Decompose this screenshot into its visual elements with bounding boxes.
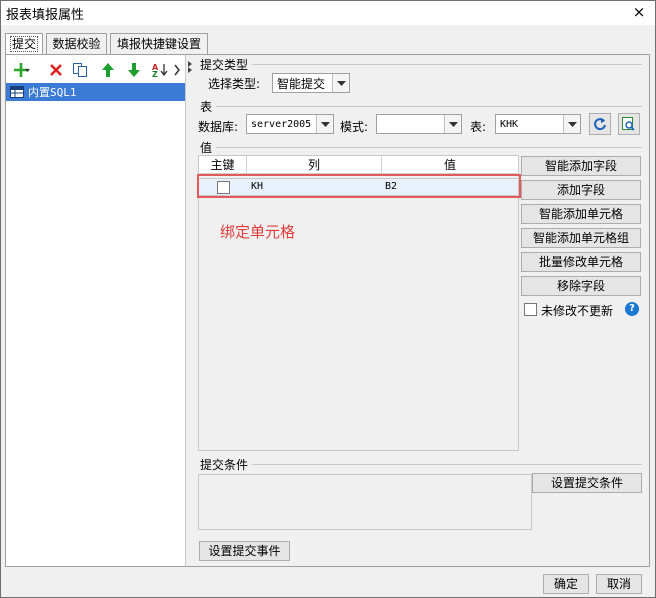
submit-type-select[interactable]: 智能提交 (272, 73, 350, 93)
ok-button[interactable]: 确定 (543, 574, 589, 594)
submit-condition-area (198, 474, 532, 530)
database-select[interactable]: server2005 (246, 114, 334, 134)
preview-button[interactable] (618, 113, 640, 135)
more-icon[interactable] (172, 60, 184, 80)
submit-type-label: 选择类型: (208, 77, 261, 91)
batch-modify-cells-button[interactable]: 批量修改单元格 (521, 252, 641, 272)
section-value: 值 (200, 141, 213, 155)
divider (216, 147, 642, 148)
copy-icon[interactable] (70, 60, 90, 80)
no-update-label: 未修改不更新 (541, 304, 614, 318)
add-field-button[interactable]: 添加字段 (521, 180, 641, 200)
sort-icon[interactable]: AZ (150, 60, 170, 80)
column-header-value[interactable]: 值 (382, 156, 518, 174)
chevron-down-icon (316, 115, 333, 133)
smart-add-field-button[interactable]: 智能添加字段 (521, 156, 641, 176)
set-submit-event-button[interactable]: 设置提交事件 (199, 541, 290, 561)
remove-field-button[interactable]: 移除字段 (521, 276, 641, 296)
column-header-column[interactable]: 列 (247, 156, 382, 174)
move-down-icon[interactable] (124, 60, 144, 80)
section-submit-type: 提交类型 (200, 58, 249, 72)
refresh-icon (594, 118, 606, 131)
chevron-down-icon (563, 115, 580, 133)
table-select[interactable]: KHK (495, 114, 581, 134)
column-header-key[interactable]: 主键 (199, 156, 247, 174)
no-update-checkbox[interactable] (524, 303, 537, 316)
datasource-label: 内置SQL1 (28, 86, 77, 99)
divider (216, 106, 642, 107)
smart-add-cell-button[interactable]: 智能添加单元格 (521, 204, 641, 224)
datasource-item[interactable]: 内置SQL1 (6, 83, 185, 101)
window-title: 报表填报属性 (6, 8, 85, 23)
database-value: server2005 (251, 118, 312, 130)
annotation-text: 绑定单元格 (220, 223, 296, 241)
table-value: KHK (500, 118, 519, 130)
tab-bar: 提交 数据校验 填报快捷键设置 (5, 33, 650, 56)
close-button[interactable]: × (628, 3, 650, 21)
add-icon[interactable] (12, 60, 32, 80)
table-icon (10, 86, 24, 98)
schema-select[interactable] (376, 114, 462, 134)
datasource-pane: AZ (6, 55, 186, 566)
smart-add-cell-group-button[interactable]: 智能添加单元格组 (521, 228, 641, 248)
svg-text:Z: Z (152, 70, 158, 78)
tab-data-validation[interactable]: 数据校验 (46, 33, 107, 55)
title-bar (1, 1, 655, 25)
section-table: 表 (200, 100, 213, 114)
tab-submit-label: 提交 (9, 36, 38, 52)
schema-label: 模式: (340, 120, 369, 134)
chevron-down-icon (444, 115, 461, 133)
cancel-button[interactable]: 取消 (596, 574, 642, 594)
splitter-handle[interactable] (188, 55, 192, 566)
database-label: 数据库: (198, 120, 239, 134)
move-up-icon[interactable] (98, 60, 118, 80)
divider (252, 64, 642, 65)
chevron-down-icon (332, 74, 349, 92)
highlight-box (197, 174, 521, 198)
set-submit-condition-button[interactable]: 设置提交条件 (532, 473, 642, 493)
help-icon[interactable]: ? (625, 302, 639, 316)
table-label: 表: (470, 120, 487, 134)
field-table (198, 155, 519, 451)
table-header: 主键 列 值 (199, 156, 518, 174)
tab-submit[interactable]: 提交 (5, 33, 43, 56)
refresh-button[interactable] (589, 113, 611, 135)
delete-icon[interactable] (46, 60, 66, 80)
divider (252, 464, 642, 465)
section-submit-condition: 提交条件 (200, 458, 249, 472)
search-icon (622, 116, 635, 131)
tab-shortcut-settings[interactable]: 填报快捷键设置 (110, 33, 208, 55)
submit-type-value: 智能提交 (277, 76, 326, 91)
